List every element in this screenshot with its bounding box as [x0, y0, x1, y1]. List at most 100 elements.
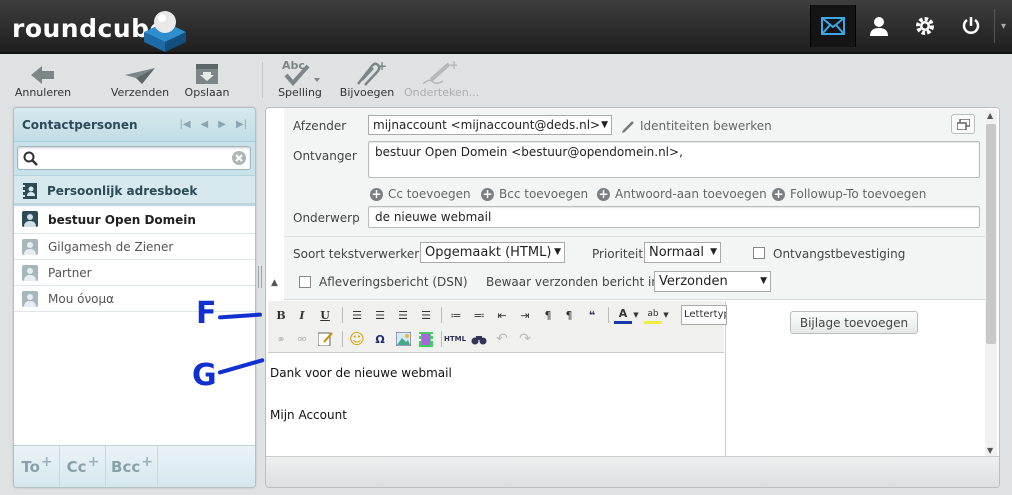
search-replace-icon[interactable]: [470, 330, 488, 348]
priority-select[interactable]: Normaal ▼: [644, 242, 721, 263]
next-page-icon[interactable]: ▶: [218, 119, 226, 130]
blockquote-icon[interactable]: ❝: [583, 306, 601, 324]
numbered-list-icon[interactable]: ≕: [470, 306, 488, 324]
send-button[interactable]: Verzenden: [106, 58, 174, 99]
plus-icon: +: [481, 186, 494, 201]
addressbook-item[interactable]: Persoonlijk adresboek: [14, 176, 255, 206]
emoticon-icon[interactable]: ☺: [348, 330, 366, 348]
contact-name: Mou όνομα: [48, 292, 115, 306]
align-left-icon[interactable]: ☰: [348, 306, 366, 324]
spelling-button[interactable]: Abc Spelling: [272, 58, 328, 99]
align-center-icon[interactable]: ☰: [371, 306, 389, 324]
contact-item[interactable]: Gilgamesh de Ziener: [14, 234, 255, 260]
priority-label: Prioriteit: [592, 247, 644, 261]
contacts-panel: Contactpersonen |◀ ◀ ▶ ▶| Persoonlijk ad…: [13, 107, 256, 488]
contacts-footer: To + Cc + Bcc +: [14, 445, 255, 487]
clear-search-icon[interactable]: [232, 151, 246, 165]
link-icon[interactable]: ⚭: [272, 330, 290, 348]
prev-page-icon[interactable]: ◀: [201, 119, 209, 130]
rtl-icon[interactable]: ¶: [560, 306, 578, 324]
message-body[interactable]: Dank voor de nieuwe webmail Mijn Account: [270, 363, 452, 426]
first-page-icon[interactable]: |◀: [179, 119, 190, 130]
redo-icon[interactable]: ↷: [516, 330, 534, 348]
popout-window-icon: [957, 119, 970, 130]
contact-item[interactable]: bestuur Open Domein: [14, 206, 255, 234]
mail-nav-button[interactable]: [810, 5, 856, 47]
editor-type-label: Soort tekstverwerker: [293, 247, 420, 261]
roundcube-logo-icon: [144, 11, 186, 52]
svg-text:Abc: Abc: [282, 59, 305, 72]
contact-item[interactable]: Partner: [14, 260, 255, 286]
collapse-headers-icon[interactable]: ▲: [271, 278, 278, 288]
bold-icon[interactable]: B: [272, 306, 290, 324]
toolbar-separator: [262, 62, 263, 98]
compose-toolbar: Annuleren Verzenden Opslaan Abc Spelling…: [0, 56, 1012, 104]
add-followup-link[interactable]: + Followup-To toevoegen: [772, 187, 926, 201]
scrollbar[interactable]: ▲ ▼: [985, 110, 997, 456]
edit-source-icon[interactable]: [316, 330, 334, 348]
cancel-button[interactable]: Annuleren: [14, 58, 72, 99]
subject-field[interactable]: de nieuwe webmail: [368, 206, 980, 228]
panel-splitter[interactable]: [258, 266, 262, 288]
chevron-down-icon: ▼: [760, 276, 767, 286]
message-editor: B I U ☰ ☰ ☰ ☰ ≔ ≕ ⇤ ⇥ ¶ ¶ ❝ A ▼ ab ▼ Let…: [266, 301, 727, 456]
indent-icon[interactable]: ⇥: [516, 306, 534, 324]
italic-icon[interactable]: I: [293, 306, 311, 324]
insert-image-icon[interactable]: [394, 330, 412, 348]
contacts-title: Contactpersonen: [22, 118, 138, 132]
annotation-g: G: [192, 358, 217, 393]
paper-plane-icon: [125, 68, 155, 84]
settings-nav-button[interactable]: [902, 5, 948, 47]
attach-button[interactable]: + Bijvoegen: [338, 58, 396, 99]
edit-identities-link[interactable]: Identiteiten bewerken: [622, 119, 772, 133]
contacts-nav-button[interactable]: [856, 5, 902, 47]
save-in-select[interactable]: Verzonden ▼: [654, 271, 771, 292]
chevron-down-icon[interactable]: ▼: [662, 306, 670, 324]
insert-media-icon[interactable]: [417, 330, 435, 348]
subject-label: Onderwerp: [293, 211, 360, 225]
add-replyto-link[interactable]: + Antwoord-aan toevoegen: [597, 187, 767, 201]
chevron-down-icon[interactable]: ▾: [994, 9, 1012, 43]
outdent-icon[interactable]: ⇤: [493, 306, 511, 324]
chevron-down-icon: ▼: [601, 120, 608, 130]
scrollbar-thumb[interactable]: [986, 124, 996, 344]
editor-type-select[interactable]: Opgemaakt (HTML) ▼: [420, 242, 565, 263]
popout-button[interactable]: [951, 114, 975, 134]
contact-item[interactable]: Mou όνομα: [14, 286, 255, 312]
add-bcc-link[interactable]: + Bcc toevoegen: [481, 187, 588, 201]
save-button[interactable]: Opslaan: [180, 58, 234, 99]
underline-icon[interactable]: U: [316, 306, 334, 324]
align-justify-icon[interactable]: ☰: [417, 306, 435, 324]
add-cc-link[interactable]: + Cc toevoegen: [370, 187, 471, 201]
chevron-down-icon: ▼: [710, 247, 717, 257]
add-attachment-button[interactable]: Bijlage toevoegen: [790, 311, 918, 334]
contact-avatar-icon: [22, 211, 38, 227]
text-color-icon[interactable]: A: [614, 306, 632, 324]
align-right-icon[interactable]: ☰: [394, 306, 412, 324]
add-cc-button[interactable]: Cc +: [60, 446, 106, 487]
undo-icon[interactable]: ↶: [493, 330, 511, 348]
chevron-down-icon[interactable]: ▼: [632, 306, 640, 324]
ltr-icon[interactable]: ¶: [539, 306, 557, 324]
save-download-icon: [196, 64, 218, 84]
body-line: Dank voor de nieuwe webmail: [270, 366, 452, 380]
bullet-list-icon[interactable]: ≔: [447, 306, 465, 324]
dsn-checkbox[interactable]: [299, 276, 311, 288]
unlink-icon[interactable]: ⚮: [293, 330, 311, 348]
font-family-select[interactable]: Lettertype: [681, 305, 727, 325]
contacts-search-input[interactable]: [42, 150, 227, 166]
add-to-button[interactable]: To +: [14, 446, 60, 487]
mail-icon: [821, 17, 845, 35]
logout-nav-button[interactable]: [948, 5, 994, 47]
receipt-checkbox[interactable]: [753, 247, 765, 259]
highlight-color-icon[interactable]: ab: [644, 306, 662, 324]
html-source-icon[interactable]: HTML: [444, 330, 466, 348]
signature-button[interactable]: + Onderteken...: [404, 58, 479, 99]
special-char-icon[interactable]: Ω: [371, 330, 389, 348]
editor-toolbar: B I U ☰ ☰ ☰ ☰ ≔ ≕ ⇤ ⇥ ¶ ¶ ❝ A ▼ ab ▼ Let…: [268, 301, 727, 353]
to-field[interactable]: bestuur Open Domein <bestuur@opendomein.…: [368, 141, 980, 178]
from-select[interactable]: mijnaccount <mijnaccount@deds.nl> ▼: [368, 115, 612, 135]
add-bcc-button[interactable]: Bcc +: [106, 446, 158, 487]
compose-footer: [266, 456, 999, 487]
last-page-icon[interactable]: ▶|: [236, 119, 247, 130]
